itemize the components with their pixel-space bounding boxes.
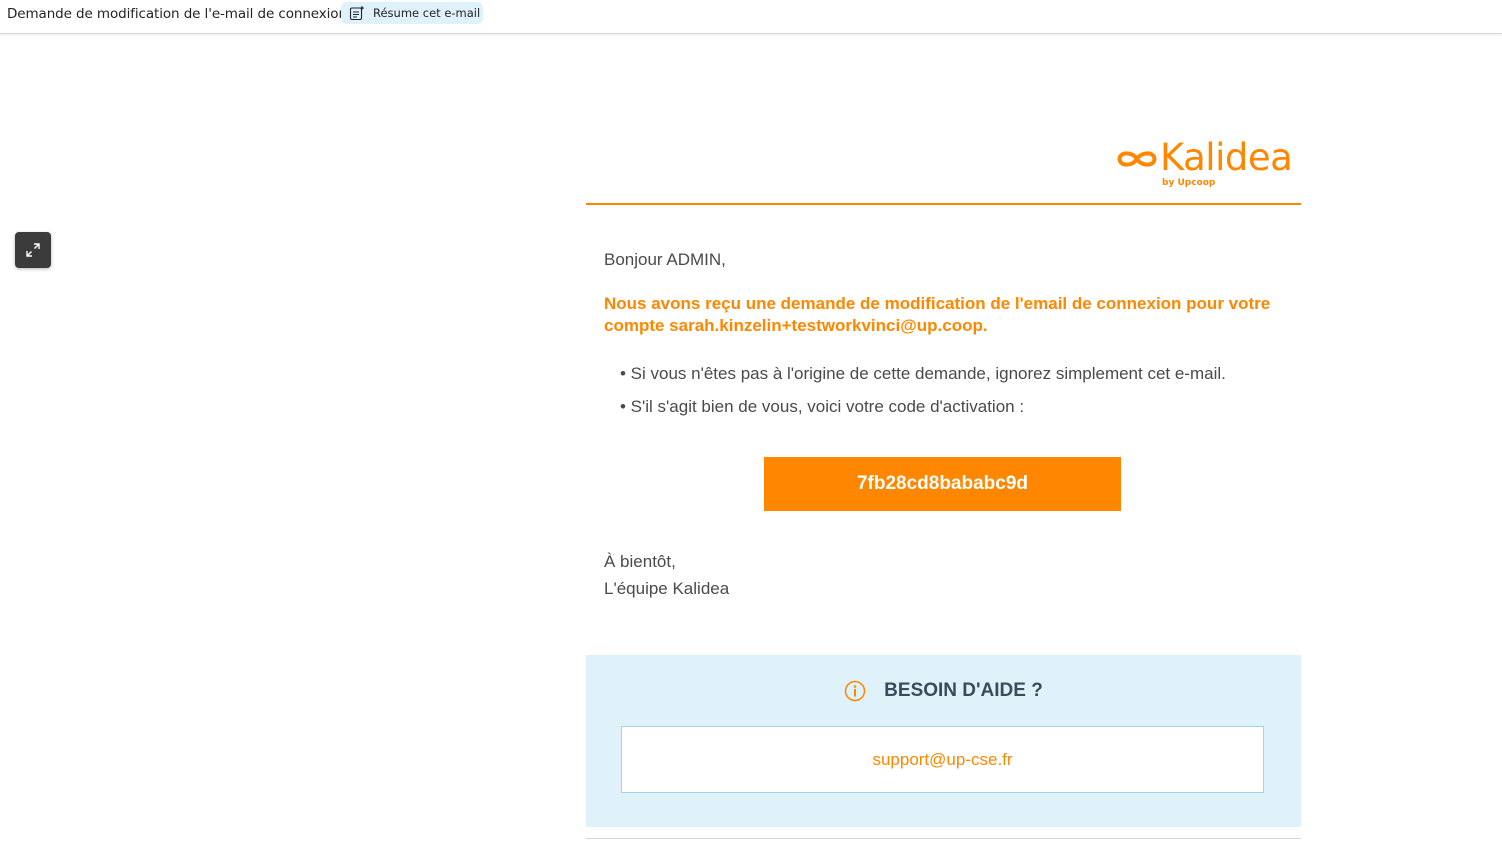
infinity-logo-icon <box>1117 151 1157 167</box>
help-title-label: BESOIN D'AIDE ? <box>884 680 1043 701</box>
signoff-team: L'équipe Kalidea <box>604 579 730 598</box>
expand-view-button[interactable] <box>15 232 51 268</box>
support-contact-box: support@up-cse.fr <box>621 726 1264 793</box>
kalidea-logo: Kalidea by Upcoop <box>1116 138 1302 192</box>
email-subject: Demande de modification de l'e-mail de c… <box>7 6 347 22</box>
greeting: Bonjour ADMIN, <box>604 250 726 269</box>
summary-sparkle-icon <box>349 5 365 21</box>
signoff: À bientôt, L'équipe Kalidea <box>604 548 729 602</box>
header-divider <box>586 203 1301 205</box>
help-title: BESOIN D'AIDE ? <box>586 680 1301 702</box>
footer-divider <box>586 838 1301 839</box>
intro-message: Nous avons reçu une demande de modificat… <box>604 294 1271 335</box>
info-icon <box>844 680 866 702</box>
help-section: BESOIN D'AIDE ? support@up-cse.fr <box>586 655 1301 827</box>
logo-brand: Kalidea <box>1160 136 1293 179</box>
expand-icon <box>26 243 40 257</box>
support-email-link[interactable]: support@up-cse.fr <box>872 750 1012 770</box>
signoff-line: À bientôt, <box>604 552 676 571</box>
list-item: • S'il s'agit bien de vous, voici votre … <box>620 397 1025 416</box>
logo-tagline: by Upcoop <box>1162 178 1216 188</box>
list-item: • Si vous n'êtes pas à l'origine de cett… <box>620 364 1226 383</box>
summarize-email-button[interactable]: Résume cet e-mail <box>341 2 483 24</box>
activation-code: 7fb28cd8bababc9d <box>764 457 1121 511</box>
reading-pane-header: Demande de modification de l'e-mail de c… <box>0 0 1502 34</box>
instructions-list: • Si vous n'êtes pas à l'origine de cett… <box>620 363 1226 429</box>
summarize-email-label: Résume cet e-mail <box>373 6 481 20</box>
